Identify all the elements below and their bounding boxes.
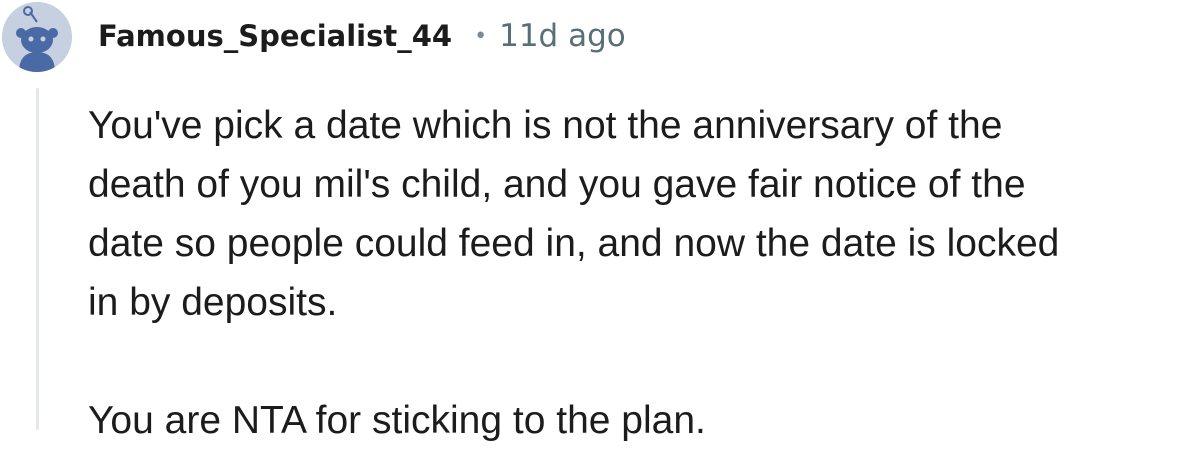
body-line: death of you mil's child, and you gave f… (88, 163, 1026, 206)
author-username[interactable]: Famous_Specialist_44 (98, 19, 452, 53)
meta-separator: • (474, 23, 488, 49)
body-line: date so people could feed in, and now th… (88, 222, 1060, 265)
comment-timestamp[interactable]: 11d ago (499, 18, 626, 54)
body-line: in by deposits. (88, 281, 338, 324)
avatar[interactable] (2, 2, 72, 72)
comment: Famous_Specialist_44 • 11d ago You've pi… (0, 0, 1188, 442)
comment-body: You've pick a date which is not the anni… (88, 96, 1180, 450)
body-paragraph: You are NTA for sticking to the plan. (88, 399, 706, 442)
comment-header: Famous_Specialist_44 • 11d ago (98, 14, 626, 58)
body-line: You've pick a date which is not the anni… (88, 104, 1003, 147)
thread-collapse-line[interactable] (36, 88, 39, 430)
reddit-snoo-avatar-icon (2, 2, 72, 72)
